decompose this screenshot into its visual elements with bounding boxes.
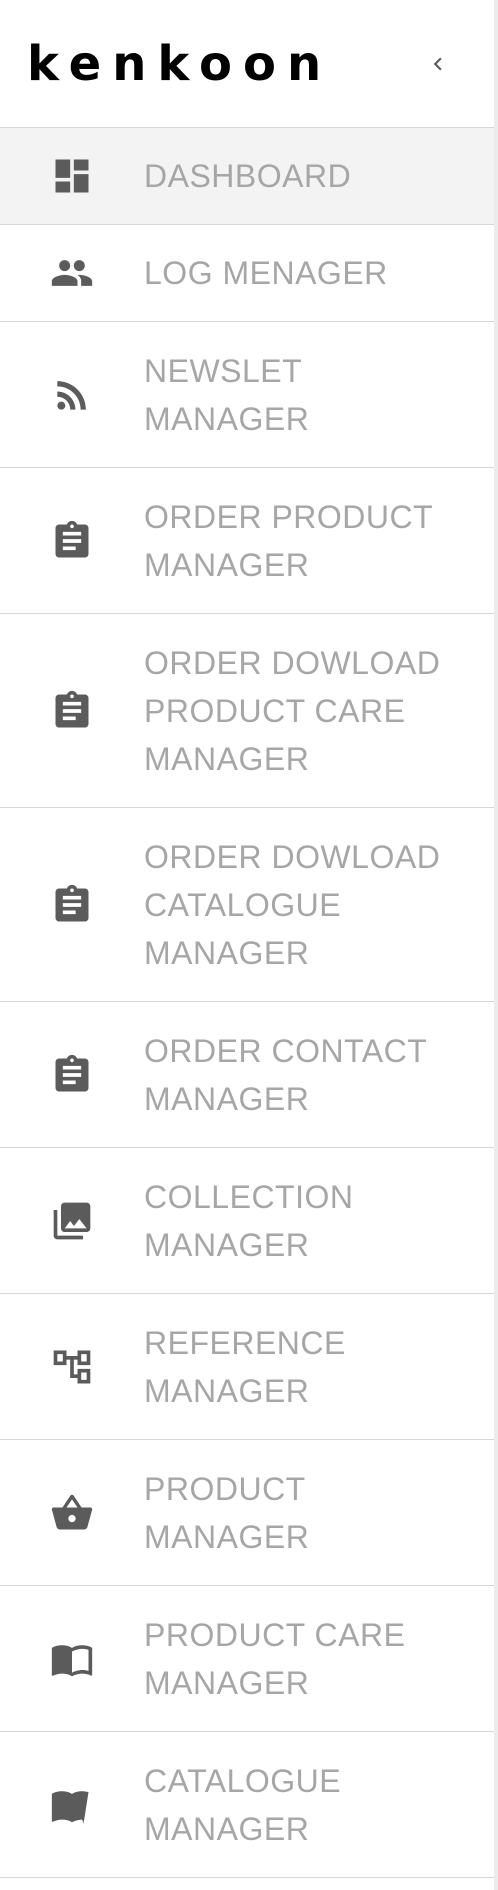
book-icon: [51, 1644, 93, 1676]
sidebar: kenkoon DASHBOARD LOG MENAGER NEWSLET MA…: [0, 0, 498, 1890]
clipboard-icon: [55, 520, 89, 557]
sidebar-item-log-manager[interactable]: LOG MENAGER: [0, 225, 498, 322]
sidebar-menu: DASHBOARD LOG MENAGER NEWSLET MANAGER OR…: [0, 128, 498, 1878]
sidebar-item-label: DASHBOARD: [144, 158, 352, 194]
account-tree-icon: [53, 1350, 91, 1383]
shopping-basket-icon: [51, 1494, 93, 1529]
sidebar-item-collection-manager[interactable]: COLLECTION MANAGER: [0, 1148, 498, 1294]
dashboard-icon: [55, 159, 89, 193]
sidebar-item-newslet-manager[interactable]: NEWSLET MANAGER: [0, 322, 498, 468]
sidebar-item-label: ORDER DOWLOAD CATALOGUE MANAGER: [144, 838, 441, 971]
scrollbar-edge[interactable]: [494, 0, 498, 1890]
sidebar-item-catalogue-manager[interactable]: CATALOGUE MANAGER: [0, 1732, 498, 1878]
sidebar-header: kenkoon: [0, 0, 498, 128]
sidebar-item-label: PRODUCT CARE MANAGER: [144, 1616, 406, 1701]
rss-feed-icon: [57, 380, 86, 410]
sidebar-item-label: ORDER CONTACT MANAGER: [144, 1032, 428, 1117]
sidebar-item-product-care-manager[interactable]: PRODUCT CARE MANAGER: [0, 1586, 498, 1732]
clipboard-icon: [55, 1054, 89, 1091]
sidebar-item-order-contact-manager[interactable]: ORDER CONTACT MANAGER: [0, 1002, 498, 1148]
sidebar-item-label: PRODUCT MANAGER: [144, 1470, 310, 1555]
chevron-left-icon: [433, 57, 442, 70]
sidebar-item-product-manager[interactable]: PRODUCT MANAGER: [0, 1440, 498, 1586]
sidebar-item-order-product-manager[interactable]: ORDER PRODUCT MANAGER: [0, 468, 498, 614]
sidebar-item-order-download-catalogue-manager[interactable]: ORDER DOWLOAD CATALOGUE MANAGER: [0, 808, 498, 1002]
sidebar-item-label: ORDER PRODUCT MANAGER: [144, 498, 434, 583]
sidebar-item-reference-manager[interactable]: REFERENCE MANAGER: [0, 1294, 498, 1440]
sidebar-item-label: ORDER DOWLOAD PRODUCT CARE MANAGER: [144, 644, 441, 777]
sidebar-item-label: COLLECTION MANAGER: [144, 1178, 354, 1263]
sidebar-item-label: REFERENCE MANAGER: [144, 1324, 346, 1409]
photo-library-icon: [53, 1202, 91, 1239]
book-icon: [51, 1790, 89, 1825]
clipboard-icon: [55, 884, 89, 921]
sidebar-item-dashboard[interactable]: DASHBOARD: [0, 128, 498, 225]
sidebar-item-label: CATALOGUE MANAGER: [144, 1762, 342, 1847]
sidebar-item-order-download-product-care-manager[interactable]: ORDER DOWLOAD PRODUCT CARE MANAGER: [0, 614, 498, 808]
sidebar-item-label: LOG MENAGER: [144, 255, 388, 291]
clipboard-icon: [55, 690, 89, 727]
sidebar-item-label: NEWSLET MANAGER: [144, 352, 310, 437]
brand-logo[interactable]: kenkoon: [27, 40, 332, 88]
people-icon: [51, 260, 93, 286]
collapse-sidebar-button[interactable]: [418, 44, 458, 84]
